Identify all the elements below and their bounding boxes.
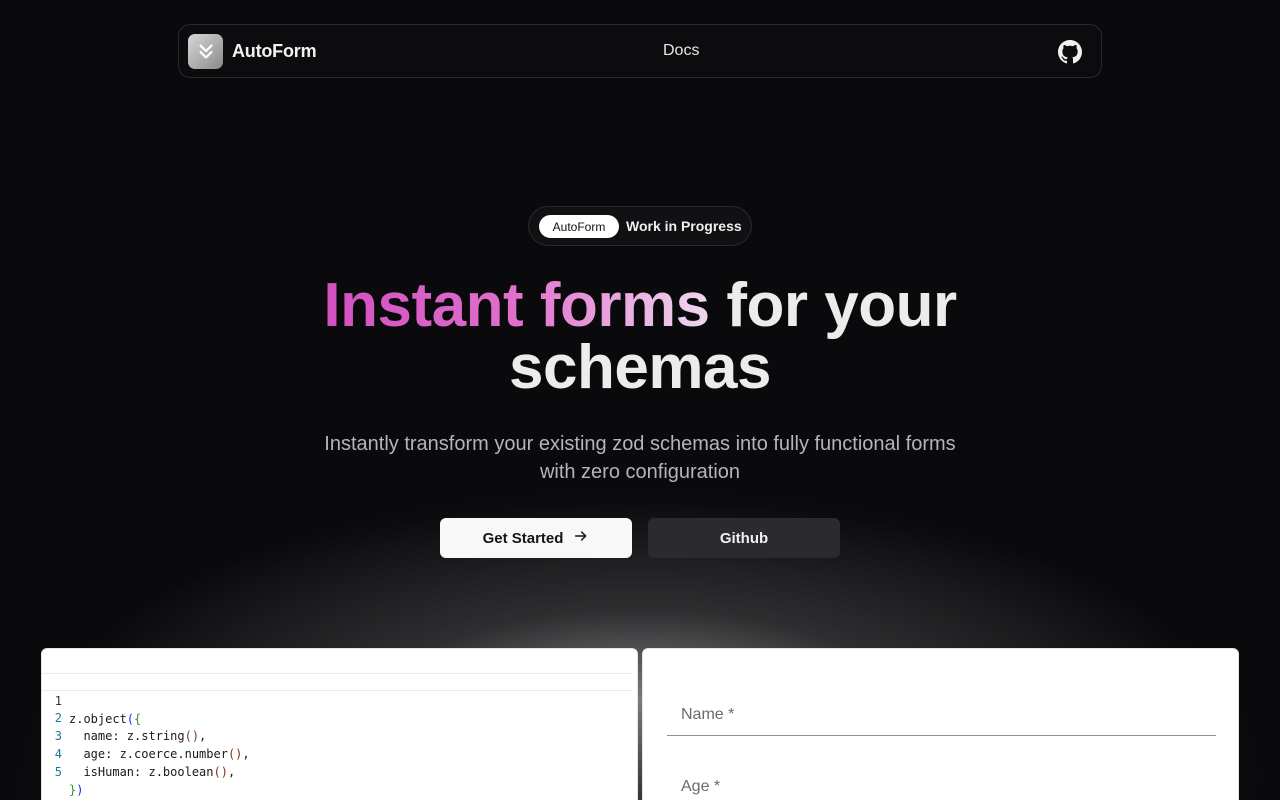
nav-link-docs[interactable]: Docs xyxy=(663,42,699,60)
badge-pill: AutoForm xyxy=(539,215,619,238)
github-button-label: Github xyxy=(719,529,769,547)
logo-icon[interactable] xyxy=(188,34,223,69)
code-line[interactable]: 3 age: z.coerce.number(), xyxy=(42,709,632,761)
hero-headline: Instant forms for your schemas xyxy=(0,275,1280,399)
get-started-label: Get Started xyxy=(482,529,564,547)
arrow-right-icon xyxy=(573,528,589,548)
form-preview: Name * Age * xyxy=(642,648,1239,800)
get-started-button[interactable]: Get Started xyxy=(440,518,632,558)
name-field-input[interactable] xyxy=(667,735,1216,736)
code-line[interactable]: 2 name: z.string(), xyxy=(42,691,632,743)
github-icon[interactable] xyxy=(1058,40,1082,64)
code-line[interactable]: 5 }) xyxy=(42,745,632,797)
hero-subtitle: Instantly transform your existing zod sc… xyxy=(324,433,956,483)
code-area[interactable]: 1 z.object({ 2 name: z.string(), 3 age: … xyxy=(42,673,632,797)
headline-highlight: Instant forms xyxy=(323,271,710,340)
name-field-label: Name * xyxy=(681,706,735,723)
age-field-label: Age * xyxy=(681,778,721,795)
schema-editor[interactable]: 1 z.object({ 2 name: z.string(), 3 age: … xyxy=(41,648,678,800)
top-navbar: AutoForm Docs xyxy=(178,24,1102,78)
line-number: 5 xyxy=(54,765,62,779)
badge-text: Work in Progress xyxy=(626,218,742,234)
headline-rest-1: for your xyxy=(726,271,957,340)
headline-rest-2: schemas xyxy=(509,333,771,402)
status-badge: AutoForm Work in Progress xyxy=(528,206,752,246)
github-button[interactable]: Github xyxy=(648,518,840,558)
code-line[interactable]: 1 z.object({ xyxy=(42,673,632,726)
code-text: isHuman: z.boolean(), xyxy=(69,765,236,779)
code-line[interactable]: 4 isHuman: z.boolean(), xyxy=(42,727,632,779)
brand-name[interactable]: AutoForm xyxy=(232,41,317,62)
code-text: }) xyxy=(69,783,84,797)
